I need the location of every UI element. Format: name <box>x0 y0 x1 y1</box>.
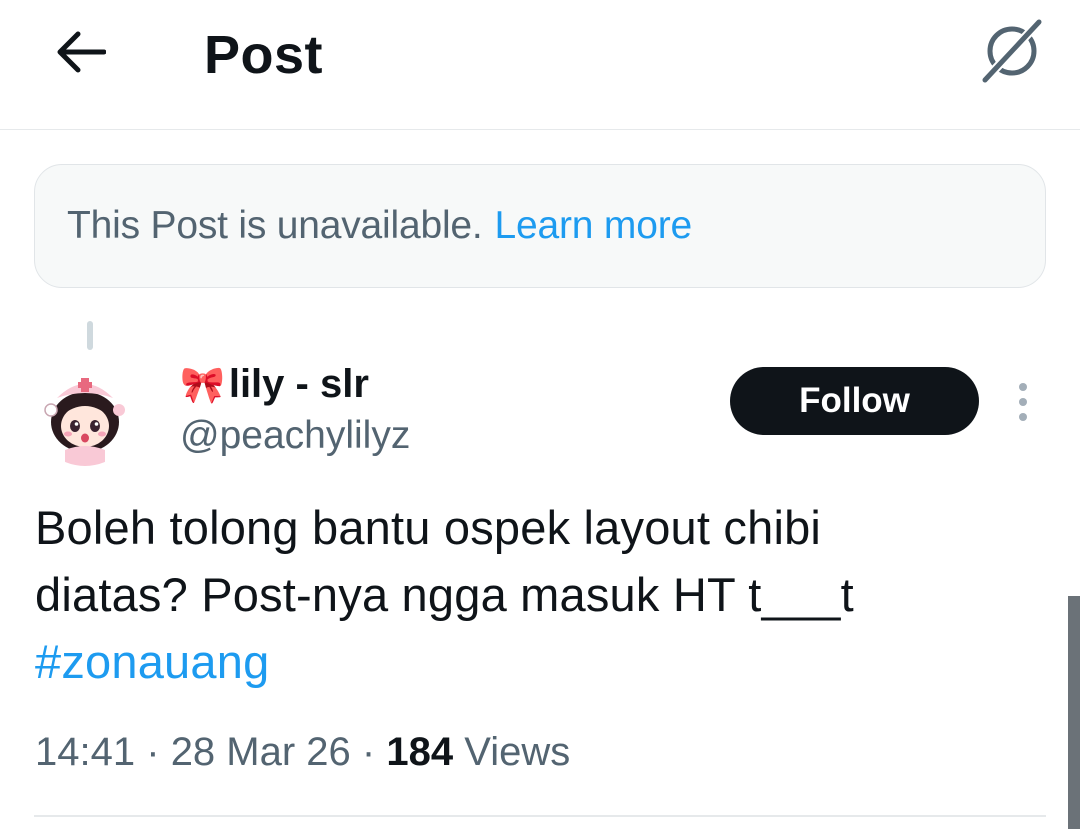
post-time[interactable]: 14:41 <box>35 730 135 774</box>
post-date[interactable]: 28 Mar 26 <box>171 730 351 774</box>
views-count: 184 <box>386 730 454 774</box>
author-display-name[interactable]: 🎀 lily - slr <box>180 362 369 407</box>
follow-button[interactable]: Follow <box>730 367 979 435</box>
post-body: Boleh tolong bantu ospek layout chibi di… <box>35 494 1035 695</box>
ribbon-emoji: 🎀 <box>180 363 225 405</box>
scrollbar-thumb[interactable] <box>1068 596 1080 829</box>
post-metadata: 14:41 · 28 Mar 26 · 184 Views <box>35 730 570 775</box>
meta-separator: · <box>146 730 160 774</box>
meta-separator: · <box>361 730 376 774</box>
more-vertical-icon <box>1019 383 1027 391</box>
top-app-bar: Post <box>0 0 1080 130</box>
more-vertical-icon-dot <box>1019 398 1027 406</box>
grok-button[interactable] <box>976 18 1048 84</box>
arrow-left-icon <box>57 31 106 73</box>
chibi-avatar-icon <box>35 366 135 466</box>
back-button[interactable] <box>50 22 110 82</box>
notice-text: This Post is unavailable. <box>67 204 483 247</box>
post-unavailable-notice: This Post is unavailable. Learn more <box>34 164 1046 288</box>
author-handle[interactable]: @peachylilyz <box>180 414 410 458</box>
grok-icon <box>980 18 1044 84</box>
more-vertical-icon-dot <box>1019 413 1027 421</box>
hashtag-link[interactable]: #zonauang <box>35 628 1035 695</box>
post-text-line: Boleh tolong bantu ospek layout chibi <box>35 501 822 554</box>
views-label: Views <box>464 730 571 774</box>
thread-connector-line <box>87 321 93 350</box>
learn-more-link[interactable]: Learn more <box>495 204 693 248</box>
page-title: Post <box>204 25 324 85</box>
post-detail-screen: Post This Post is unavailable. Learn mor… <box>0 0 1080 829</box>
author-name-text: lily - slr <box>228 362 369 406</box>
post-text-line: diatas? Post-nya ngga masuk HT t___t <box>35 568 854 621</box>
more-options-button[interactable] <box>1005 378 1041 426</box>
author-avatar[interactable] <box>35 366 135 466</box>
divider <box>34 815 1046 817</box>
